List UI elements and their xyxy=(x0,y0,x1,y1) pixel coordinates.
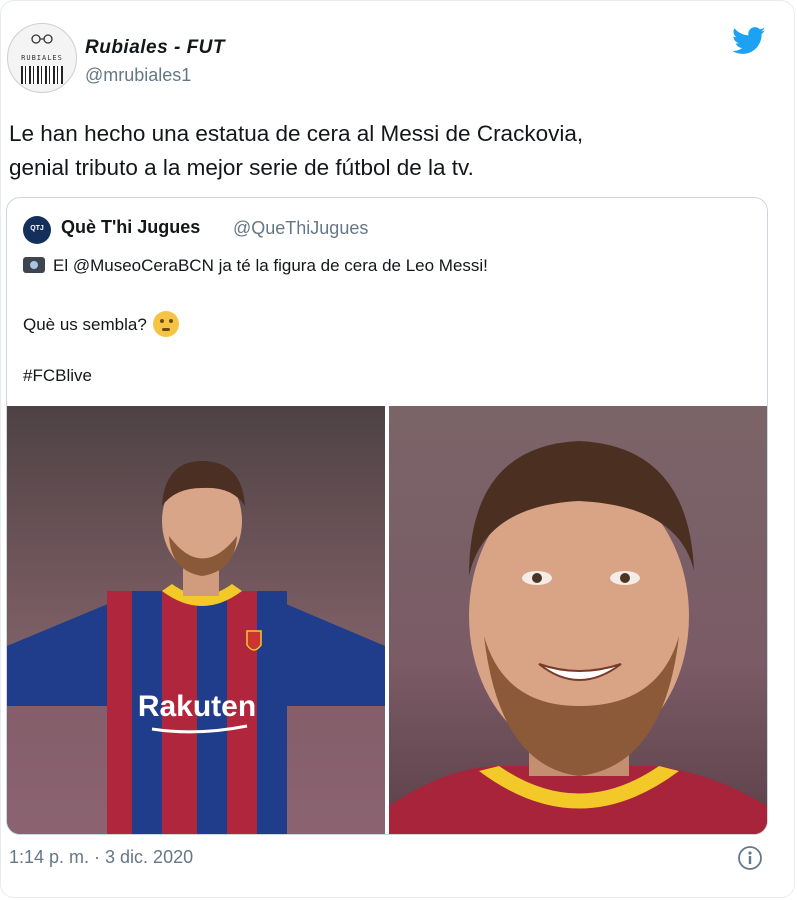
tweet-text-line: genial tributo a la mejor serie de fútbo… xyxy=(9,155,474,180)
quoted-author-avatar[interactable]: QTJ xyxy=(23,216,51,244)
quoted-author-handle[interactable]: @QueThiJugues xyxy=(233,218,368,239)
author-handle[interactable]: @mrubiales1 xyxy=(85,65,191,86)
quoted-tweet[interactable]: QTJ Què T'hi Jugues @QueThiJugues El @Mu… xyxy=(6,197,768,835)
tweet-text: Le han hecho una estatua de cera al Mess… xyxy=(9,117,769,185)
hashtag-link[interactable]: #FCBlive xyxy=(23,366,92,386)
media-photo-close-up[interactable] xyxy=(389,406,767,834)
quoted-text: El @MuseoCeraBCN ja té la figura de cera… xyxy=(53,256,488,275)
quoted-question: Què us sembla? xyxy=(23,311,179,337)
wax-figure-close-up-image xyxy=(389,406,767,834)
twitter-bird-icon[interactable] xyxy=(732,27,766,55)
info-icon[interactable] xyxy=(737,845,763,871)
quoted-author-name[interactable]: Què T'hi Jugues xyxy=(61,217,200,238)
tweet-text-line: Le han hecho una estatua de cera al Mess… xyxy=(9,121,584,146)
thinking-face-icon xyxy=(152,311,179,337)
glasses-icon xyxy=(31,34,53,44)
tweet-card: RUBIALES Rubiales - FUT @mrubiales1 Le h… xyxy=(0,0,795,898)
shirt-sponsor-text: Rakuten xyxy=(138,690,256,723)
tweet-timestamp[interactable]: 1:14 p. m. · 3 dic. 2020 xyxy=(9,847,193,868)
avatar-barcode xyxy=(21,66,63,84)
author-avatar[interactable]: RUBIALES xyxy=(7,23,77,93)
camera-icon xyxy=(23,257,45,273)
quoted-text-line: El @MuseoCeraBCN ja té la figura de cera… xyxy=(23,256,488,276)
quoted-question-text: Què us sembla? xyxy=(23,315,147,334)
author-name[interactable]: Rubiales - FUT xyxy=(85,37,225,59)
avatar-brand-text: RUBIALES xyxy=(21,54,63,62)
media-photo-full-body[interactable]: Rakuten xyxy=(7,406,385,834)
wax-figure-full-body-image: Rakuten xyxy=(7,406,385,834)
